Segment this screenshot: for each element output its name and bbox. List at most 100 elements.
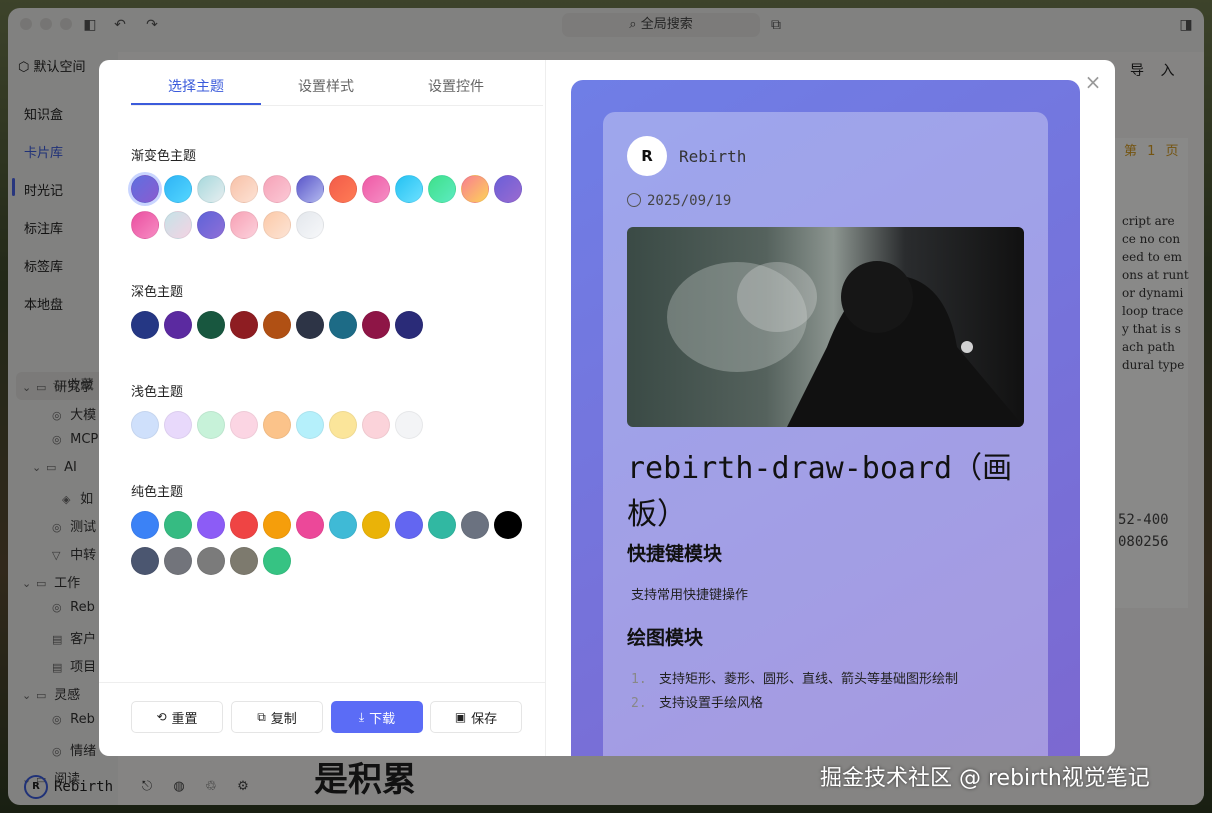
theme-swatch[interactable]: [428, 511, 456, 539]
theme-swatch[interactable]: [230, 411, 258, 439]
solid-swatch-group: [131, 511, 531, 575]
gradient-swatch-group: [131, 175, 531, 239]
watermark: 掘金技术社区 @ rebirth视觉笔记: [820, 766, 1150, 791]
theme-swatch[interactable]: [131, 411, 159, 439]
theme-swatch[interactable]: [230, 547, 258, 575]
list-text: 支持矩形、菱形、圆形、直线、箭头等基础图形绘制: [659, 672, 959, 687]
tab-select-theme[interactable]: 选择主题: [131, 76, 261, 96]
theme-swatch[interactable]: [131, 175, 159, 203]
theme-swatch[interactable]: [263, 411, 291, 439]
save-icon: ▣: [454, 710, 467, 724]
theme-swatch[interactable]: [329, 511, 357, 539]
light-theme-title: 浅色主题: [131, 385, 184, 400]
theme-swatch[interactable]: [263, 311, 291, 339]
author-name: Rebirth: [679, 147, 747, 166]
theme-swatch[interactable]: [197, 211, 225, 239]
theme-swatch[interactable]: [362, 511, 390, 539]
theme-swatch[interactable]: [395, 311, 423, 339]
theme-swatch[interactable]: [197, 411, 225, 439]
list-text: 支持设置手绘风格: [659, 696, 764, 711]
theme-swatch[interactable]: [164, 511, 192, 539]
section-heading: 绘图模块: [627, 627, 704, 649]
theme-dialog: 选择主题 设置样式 设置控件 渐变色主题 深色主题 浅色主题 纯色主题 ⟲ 重置…: [99, 60, 1115, 756]
section-heading: 快捷键模块: [627, 543, 723, 565]
date-text: 2025/09/19: [647, 193, 732, 209]
theme-swatch[interactable]: [197, 511, 225, 539]
theme-swatch[interactable]: [395, 411, 423, 439]
theme-swatch[interactable]: [131, 211, 159, 239]
theme-swatch[interactable]: [230, 211, 258, 239]
reset-button[interactable]: ⟲ 重置: [131, 701, 223, 733]
theme-swatch[interactable]: [263, 211, 291, 239]
light-swatch-group: [131, 411, 531, 439]
theme-swatch[interactable]: [296, 175, 324, 203]
tab-bar: 选择主题 设置样式 设置控件: [131, 60, 543, 106]
reset-icon: ⟲: [156, 710, 167, 724]
list-number: 1.: [631, 672, 647, 687]
theme-swatch[interactable]: [131, 547, 159, 575]
dark-swatch-group: [131, 311, 531, 339]
theme-swatch[interactable]: [164, 411, 192, 439]
theme-swatch[interactable]: [197, 547, 225, 575]
theme-swatch[interactable]: [230, 511, 258, 539]
theme-swatch[interactable]: [296, 311, 324, 339]
background-poster-text: 是积累: [314, 760, 416, 800]
copy-label: 复制: [270, 711, 297, 727]
theme-swatch[interactable]: [164, 311, 192, 339]
cover-illustration: [667, 261, 1024, 427]
theme-swatch[interactable]: [494, 175, 522, 203]
theme-swatch[interactable]: [362, 311, 390, 339]
theme-swatch[interactable]: [428, 175, 456, 203]
theme-swatch[interactable]: [362, 411, 390, 439]
theme-swatch[interactable]: [131, 511, 159, 539]
theme-swatch[interactable]: [263, 175, 291, 203]
theme-swatch[interactable]: [461, 511, 489, 539]
theme-swatch[interactable]: [494, 511, 522, 539]
active-tab-indicator: [131, 103, 261, 105]
card-preview-background: R Rebirth 2025/09/19 rebirth-draw-board（…: [571, 80, 1080, 756]
solid-theme-title: 纯色主题: [131, 485, 184, 500]
list-item: 1. 支持矩形、菱形、圆形、直线、箭头等基础图形绘制: [631, 668, 958, 687]
reset-label: 重置: [171, 711, 198, 727]
tab-set-controls[interactable]: 设置控件: [391, 76, 521, 96]
theme-swatch[interactable]: [461, 175, 489, 203]
download-button[interactable]: ⤓ 下载: [331, 701, 423, 733]
theme-swatch[interactable]: [197, 311, 225, 339]
theme-swatch[interactable]: [296, 511, 324, 539]
author-avatar: R: [627, 136, 667, 176]
copy-button[interactable]: ⧉ 复制: [231, 701, 323, 733]
theme-swatch[interactable]: [131, 311, 159, 339]
list-item: 2. 支持设置手绘风格: [631, 692, 763, 711]
theme-swatch[interactable]: [164, 547, 192, 575]
theme-swatch[interactable]: [230, 311, 258, 339]
save-button[interactable]: ▣ 保存: [430, 701, 522, 733]
theme-swatch[interactable]: [296, 411, 324, 439]
theme-swatch[interactable]: [263, 547, 291, 575]
close-icon[interactable]: ×: [1083, 72, 1103, 92]
clock-icon: [627, 193, 641, 207]
list-number: 2.: [631, 696, 647, 711]
tab-set-style[interactable]: 设置样式: [261, 76, 391, 96]
section-paragraph: 支持常用快捷键操作: [631, 588, 749, 603]
theme-swatch[interactable]: [197, 175, 225, 203]
theme-swatch[interactable]: [296, 211, 324, 239]
theme-swatch[interactable]: [164, 175, 192, 203]
theme-swatch[interactable]: [329, 175, 357, 203]
theme-swatch[interactable]: [263, 511, 291, 539]
cover-image: [627, 227, 1024, 427]
theme-swatch[interactable]: [395, 511, 423, 539]
copy-icon: ⧉: [257, 709, 266, 724]
preview-card: R Rebirth 2025/09/19 rebirth-draw-board（…: [603, 112, 1048, 756]
theme-swatch[interactable]: [230, 175, 258, 203]
post-title: rebirth-draw-board（画板）: [627, 451, 1013, 532]
theme-swatch[interactable]: [329, 311, 357, 339]
download-label: 下载: [369, 711, 396, 727]
post-date: 2025/09/19: [627, 193, 731, 209]
theme-swatch[interactable]: [164, 211, 192, 239]
theme-swatch[interactable]: [329, 411, 357, 439]
theme-settings-pane: 选择主题 设置样式 设置控件 渐变色主题 深色主题 浅色主题 纯色主题 ⟲ 重置…: [99, 60, 546, 756]
theme-swatch[interactable]: [395, 175, 423, 203]
action-bar: ⟲ 重置 ⧉ 复制 ⤓ 下载 ▣ 保存: [99, 682, 546, 756]
theme-swatch[interactable]: [362, 175, 390, 203]
save-label: 保存: [471, 711, 498, 727]
